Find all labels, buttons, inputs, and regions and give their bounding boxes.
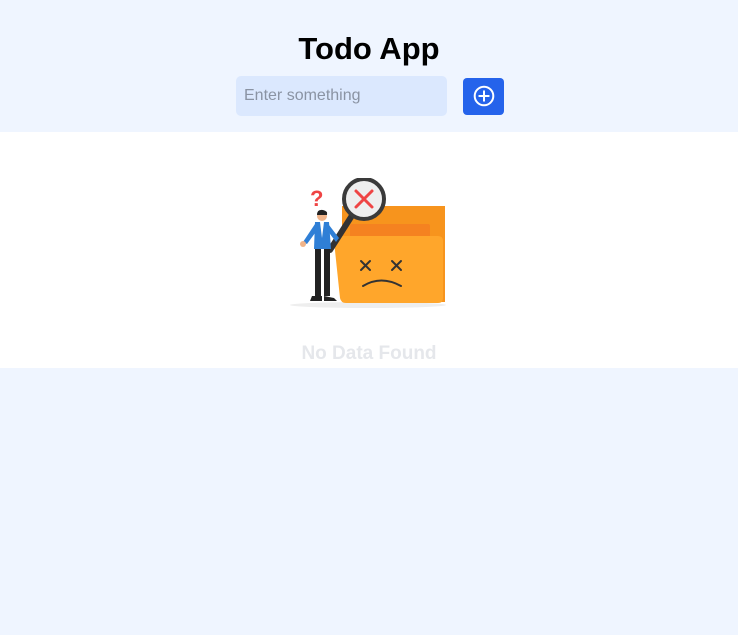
no-data-message: No Data Found bbox=[301, 343, 437, 364]
todo-input[interactable] bbox=[236, 76, 447, 116]
svg-text:?: ? bbox=[310, 186, 323, 211]
add-todo-form bbox=[236, 76, 504, 116]
no-data-illustration: ? bbox=[290, 178, 446, 308]
add-todo-button[interactable] bbox=[463, 77, 504, 115]
page-title: Todo App bbox=[298, 31, 440, 66]
plus-circle-icon bbox=[473, 85, 494, 107]
todo-list-empty-state: ? No Data Found bbox=[0, 132, 738, 368]
app-header: Todo App bbox=[0, 0, 738, 132]
